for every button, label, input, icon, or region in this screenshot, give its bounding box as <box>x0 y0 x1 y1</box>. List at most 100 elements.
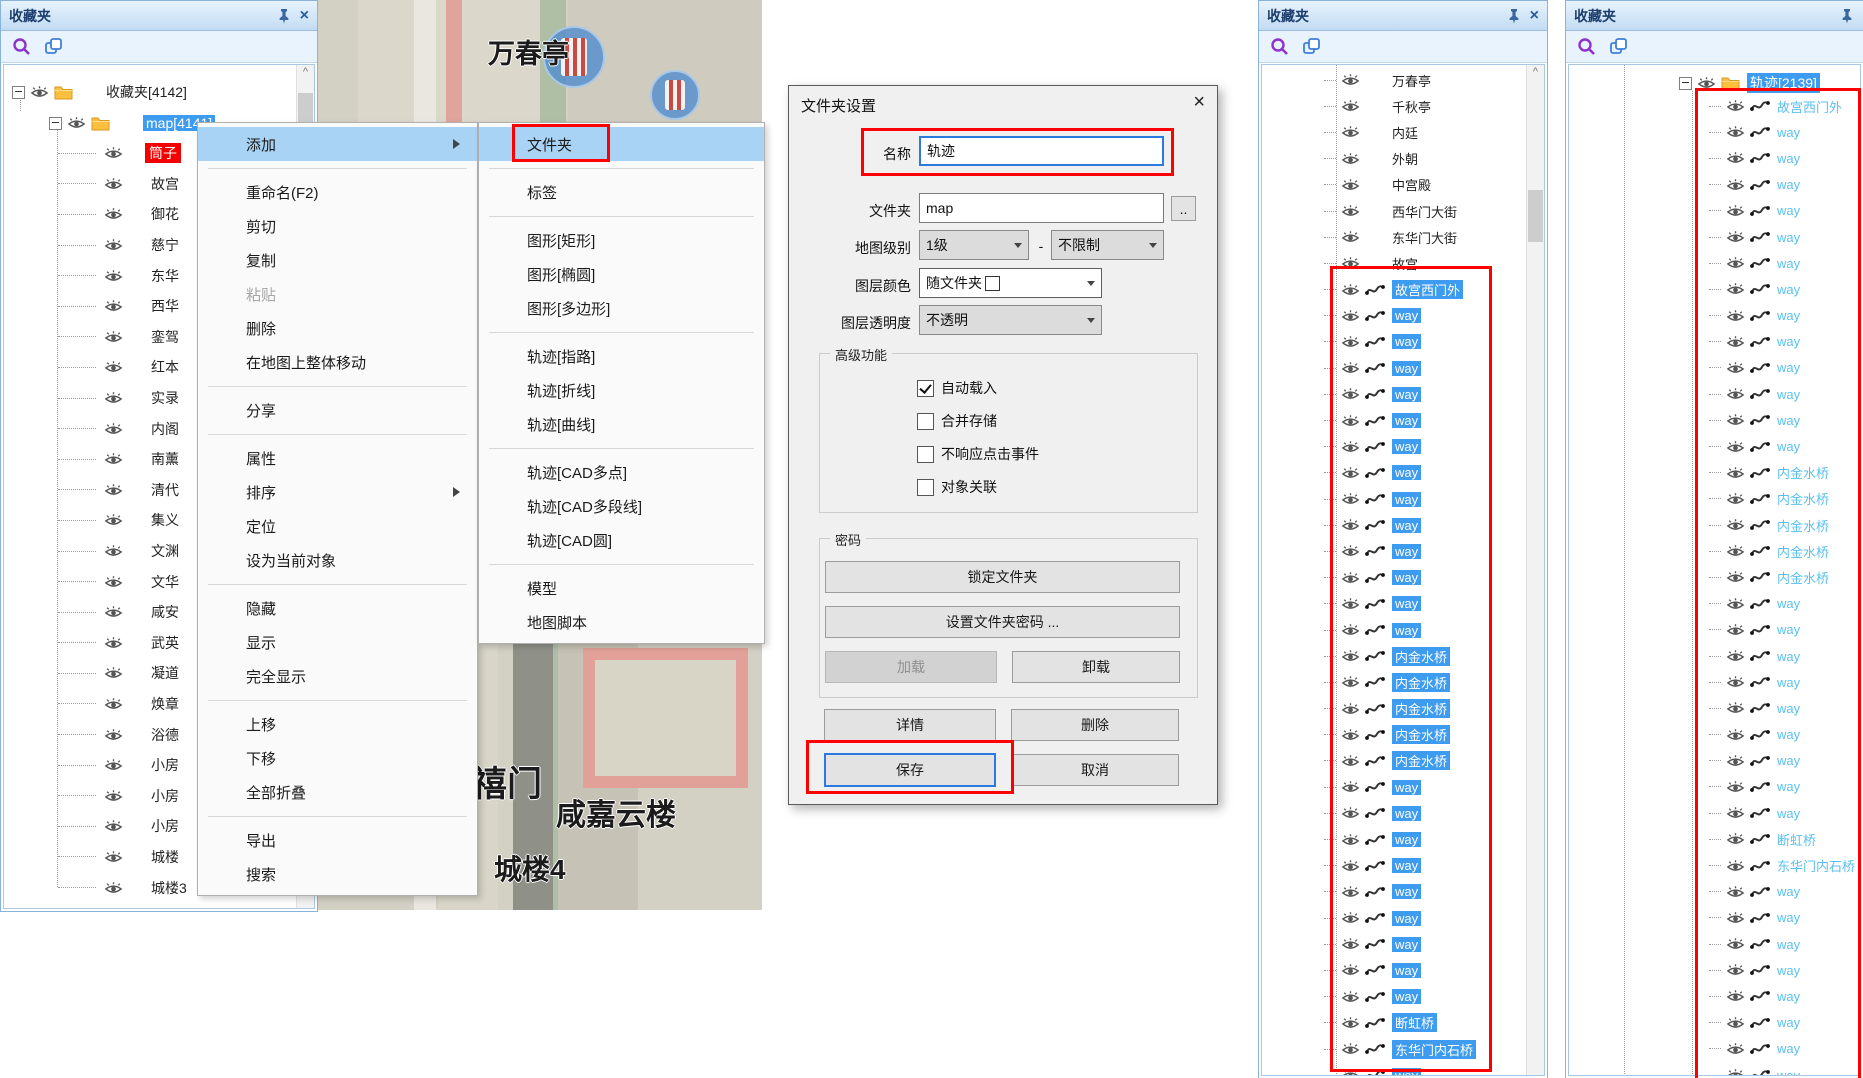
menu-item[interactable]: 重命名(F2) <box>198 175 477 209</box>
tree-row[interactable]: way <box>1569 617 1843 643</box>
checkbox[interactable]: 合并存储 <box>917 411 1039 431</box>
tree-row[interactable]: way <box>1262 486 1527 512</box>
eye-icon[interactable] <box>104 483 123 497</box>
tree-row[interactable]: 内廷 <box>1262 119 1527 145</box>
tree-row[interactable]: way <box>1262 381 1527 407</box>
menu-item[interactable]: 复制 <box>198 243 477 277</box>
eye-icon[interactable] <box>1341 99 1360 113</box>
set-password-button[interactable]: 设置文件夹密码 ... <box>825 606 1180 638</box>
eye-icon[interactable] <box>104 238 123 252</box>
checkbox[interactable]: 不响应点击事件 <box>917 444 1039 464</box>
tree-row[interactable]: 内金水桥 <box>1569 538 1843 564</box>
menu-item[interactable]: 轨迹[CAD圆] <box>479 523 764 557</box>
unload-button[interactable]: 卸载 <box>1012 651 1180 683</box>
eye-icon[interactable] <box>1726 649 1745 663</box>
eye-icon[interactable] <box>1341 73 1360 87</box>
eye-icon[interactable] <box>1341 780 1360 794</box>
collapse-toggle-icon[interactable] <box>49 117 62 130</box>
eye-icon[interactable] <box>1341 335 1360 349</box>
eye-icon[interactable] <box>1726 335 1745 349</box>
tree-row[interactable]: way <box>1569 433 1843 459</box>
delete-button[interactable]: 删除 <box>1011 709 1179 741</box>
tree-row[interactable]: way <box>1569 172 1843 198</box>
tree-row[interactable]: 断虹桥 <box>1262 1010 1527 1036</box>
tree-row[interactable]: way <box>1569 643 1843 669</box>
cancel-button[interactable]: 取消 <box>1011 754 1179 786</box>
eye-icon[interactable] <box>104 269 123 283</box>
scroll-up-icon[interactable]: ^ <box>297 65 314 80</box>
tree-row[interactable]: 中宫殿 <box>1262 172 1527 198</box>
eye-icon[interactable] <box>1341 492 1360 506</box>
tree-row[interactable]: way <box>1262 303 1527 329</box>
tree-row[interactable]: way <box>1569 119 1843 145</box>
eye-icon[interactable] <box>1341 125 1360 139</box>
search-icon[interactable] <box>1576 36 1598 58</box>
eye-icon[interactable] <box>1726 440 1745 454</box>
eye-icon[interactable] <box>1726 597 1745 611</box>
eye-icon[interactable] <box>1726 963 1745 977</box>
eye-icon[interactable] <box>1726 989 1745 1003</box>
eye-icon[interactable] <box>1341 1068 1360 1076</box>
pin-icon[interactable] <box>1839 8 1855 24</box>
menu-item[interactable]: 删除 <box>198 311 477 345</box>
tree-row[interactable]: way <box>1569 774 1843 800</box>
eye-icon[interactable] <box>1341 885 1360 899</box>
eye-icon[interactable] <box>1341 859 1360 873</box>
eye-icon[interactable] <box>1341 597 1360 611</box>
menu-item[interactable]: 轨迹[折线] <box>479 373 764 407</box>
eye-icon[interactable] <box>104 360 123 374</box>
map-level-max-select[interactable]: 不限制 <box>1051 230 1164 260</box>
menu-item[interactable]: 轨迹[CAD多段线] <box>479 489 764 523</box>
menu-item[interactable] <box>198 577 477 591</box>
save-button[interactable]: 保存 <box>824 753 996 787</box>
eye-icon[interactable] <box>1726 1016 1745 1030</box>
scroll-thumb[interactable] <box>1528 190 1543 242</box>
eye-icon[interactable] <box>104 850 123 864</box>
eye-icon[interactable] <box>1341 309 1360 323</box>
eye-icon[interactable] <box>1726 701 1745 715</box>
tree-row[interactable]: 西华门大街 <box>1262 198 1527 224</box>
menu-item[interactable]: 粘贴 <box>198 277 477 311</box>
eye-icon[interactable] <box>104 513 123 527</box>
eye-icon[interactable] <box>104 330 123 344</box>
pin-icon[interactable] <box>276 8 292 24</box>
tree-row[interactable]: way <box>1262 931 1527 957</box>
tree-row[interactable]: 断虹桥 <box>1569 826 1843 852</box>
eye-icon[interactable] <box>1341 544 1360 558</box>
tree-row[interactable]: 内金水桥 <box>1569 512 1843 538</box>
checkbox-box-icon[interactable] <box>917 413 934 430</box>
eye-icon[interactable] <box>104 636 123 650</box>
eye-icon[interactable] <box>104 452 123 466</box>
eye-icon[interactable] <box>1726 361 1745 375</box>
tree-row[interactable]: 内金水桥 <box>1569 486 1843 512</box>
eye-icon[interactable] <box>1726 492 1745 506</box>
eye-icon[interactable] <box>104 207 123 221</box>
tree-row[interactable]: way <box>1569 381 1843 407</box>
eye-icon[interactable] <box>1341 990 1360 1004</box>
menu-item[interactable]: 模型 <box>479 571 764 605</box>
tree-row[interactable]: way <box>1262 826 1527 852</box>
menu-item[interactable] <box>198 693 477 707</box>
eye-icon[interactable] <box>104 391 123 405</box>
eye-icon[interactable] <box>1726 780 1745 794</box>
browse-button[interactable]: .. <box>1171 196 1196 221</box>
eye-icon[interactable] <box>104 422 123 436</box>
eye-icon[interactable] <box>1726 178 1745 192</box>
eye-icon[interactable] <box>1341 1016 1360 1030</box>
tree-row[interactable]: way <box>1569 931 1843 957</box>
menu-item[interactable] <box>479 161 764 175</box>
menu-item[interactable]: 显示 <box>198 625 477 659</box>
eye-icon[interactable] <box>1726 413 1745 427</box>
eye-icon[interactable] <box>1726 282 1745 296</box>
tree-row[interactable]: 东华门大街 <box>1262 224 1527 250</box>
menu-item[interactable]: 分享 <box>198 393 477 427</box>
eye-icon[interactable] <box>1341 963 1360 977</box>
eye-icon[interactable] <box>1341 911 1360 925</box>
menu-item[interactable]: 全部折叠 <box>198 775 477 809</box>
tree-row[interactable]: way <box>1262 329 1527 355</box>
menu-item[interactable]: 导出 <box>198 823 477 857</box>
tree-row[interactable]: way <box>1262 512 1527 538</box>
tree-row[interactable]: way <box>1262 774 1527 800</box>
eye-icon[interactable] <box>1726 256 1745 270</box>
eye-icon[interactable] <box>1341 702 1360 716</box>
